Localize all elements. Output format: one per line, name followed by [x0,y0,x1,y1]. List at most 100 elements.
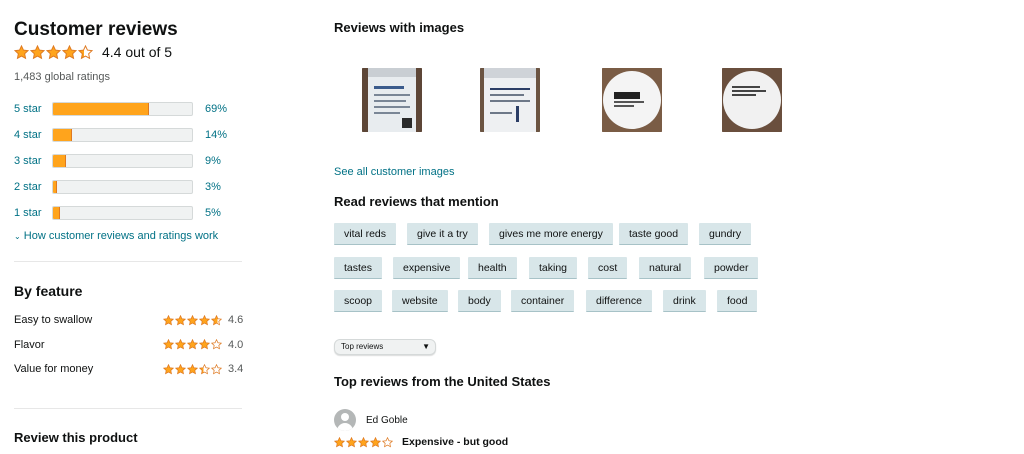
feature-name: Value for money [14,363,94,376]
mention-chip[interactable]: expensive [393,256,461,279]
review-image-thumbnail[interactable] [362,68,422,132]
feature-ratings-list: Easy to swallow 4.6 Flavor 4.0 Value for… [14,308,244,382]
histogram-percent[interactable]: 9% [205,155,221,167]
jar-lid-image [602,68,662,132]
reviewer-profile[interactable]: Ed Goble [334,409,408,431]
jar-side-image [480,68,540,132]
feature-rating-value: 4.6 [228,314,244,327]
histogram-row-1[interactable]: 1 star 5% [14,200,244,226]
mention-chip[interactable]: gundry [699,223,752,245]
histogram-row-2[interactable]: 2 star 3% [14,174,244,200]
mention-chip[interactable]: cost [588,256,628,279]
customer-reviews-heading: Customer reviews [14,19,178,40]
star-icon [334,436,345,447]
histogram-row-4[interactable]: 4 star 14% [14,122,244,148]
mention-chip[interactable]: difference [586,290,652,312]
sort-reviews-dropdown[interactable]: Top reviews ▼ [334,339,436,355]
mention-chip[interactable]: gives me more energy [489,223,613,245]
mention-chip[interactable]: container [511,290,575,312]
histogram-label[interactable]: 4 star [14,129,52,141]
feature-rating-value: 4.0 [228,338,244,351]
histogram-percent[interactable]: 14% [205,129,227,141]
feature-name: Flavor [14,338,45,351]
feature-star-rating [163,339,223,350]
star-icon [175,314,186,326]
review-star-rating[interactable] [334,436,394,448]
sort-selected-label: Top reviews [341,342,384,351]
feature-star-rating [163,363,223,375]
star-icon [346,436,357,447]
mention-chip[interactable]: natural [639,256,692,279]
histogram-bar-fill [53,181,58,193]
mention-chip[interactable]: drink [663,290,706,312]
review-this-product-heading: Review this product [14,430,138,445]
histogram-percent[interactable]: 5% [205,207,221,219]
section-divider [14,261,242,262]
histogram-label[interactable]: 3 star [14,155,52,167]
star-icon [382,436,393,447]
how-reviews-work-label: How customer reviews and ratings work [23,230,219,242]
mention-chip[interactable]: taste good [619,223,689,245]
star-icon [370,436,381,447]
histogram-percent[interactable]: 3% [205,181,221,193]
feature-star-rating [163,314,223,326]
jar-side-image [362,68,422,132]
mention-chip[interactable]: tastes [334,256,383,279]
review-image-thumbnail[interactable] [602,68,662,132]
star-icon [163,363,174,375]
feature-row: Easy to swallow 4.6 [14,308,244,333]
histogram-bar[interactable] [52,206,193,220]
histogram-label[interactable]: 1 star [14,207,52,219]
histogram-label[interactable]: 5 star [14,103,52,115]
star-icon [175,339,186,350]
avatar [334,409,356,431]
mention-chip[interactable]: website [392,290,448,312]
reviews-main-panel: Reviews with images See all customer ima… [334,0,1014,454]
feature-row: Flavor 4.0 [14,333,244,358]
see-all-images-link[interactable]: See all customer images [334,166,454,178]
star-icon [187,314,198,326]
mention-chip[interactable]: scoop [334,290,383,312]
top-reviews-heading: Top reviews from the United States [334,374,551,389]
histogram-bar[interactable] [52,102,193,116]
histogram-row-5[interactable]: 5 star 69% [14,96,244,122]
histogram-bar[interactable] [52,128,193,142]
mention-chip[interactable]: powder [704,256,759,279]
rating-histogram: 5 star 69% 4 star 14% 3 star 9% 2 star 3… [14,96,244,226]
histogram-row-3[interactable]: 3 star 9% [14,148,244,174]
histogram-bar-fill [53,129,73,141]
star-icon [175,363,186,375]
reviewer-name[interactable]: Ed Goble [366,415,408,426]
star-icon [30,44,45,59]
star-icon [211,363,222,375]
star-icon [14,44,29,59]
jar-lid-image [722,68,782,132]
star-icon [358,436,369,447]
mention-chip[interactable]: food [717,290,758,312]
mention-chip[interactable]: body [458,290,501,312]
review-image-thumbnail[interactable] [480,68,540,132]
histogram-percent[interactable]: 69% [205,103,227,115]
histogram-bar[interactable] [52,180,193,194]
mention-chip[interactable]: vital reds [334,223,397,245]
star-icon [211,314,222,326]
star-icon [199,314,210,326]
chip-row: vital reds give it a try gives me more e… [334,223,934,257]
review-title[interactable]: Expensive - but good [402,436,508,448]
mention-chip[interactable]: give it a try [407,223,478,245]
star-icon [46,44,61,59]
mention-chip[interactable]: taking [529,256,578,279]
star-icon [163,314,174,326]
chip-row: tastes expensive health taking cost natu… [334,256,934,291]
star-icon [211,339,222,350]
star-icon [187,363,198,375]
histogram-bar-fill [53,207,60,219]
review-image-thumbnail[interactable] [722,68,782,132]
star-icon [199,363,210,375]
mention-chip[interactable]: health [468,256,517,279]
star-icon [199,339,210,350]
histogram-bar[interactable] [52,154,193,168]
how-reviews-work-link[interactable]: ⌄ How customer reviews and ratings work [14,230,218,242]
average-rating-row[interactable]: 4.4 out of 5 [14,44,172,60]
histogram-label[interactable]: 2 star [14,181,52,193]
